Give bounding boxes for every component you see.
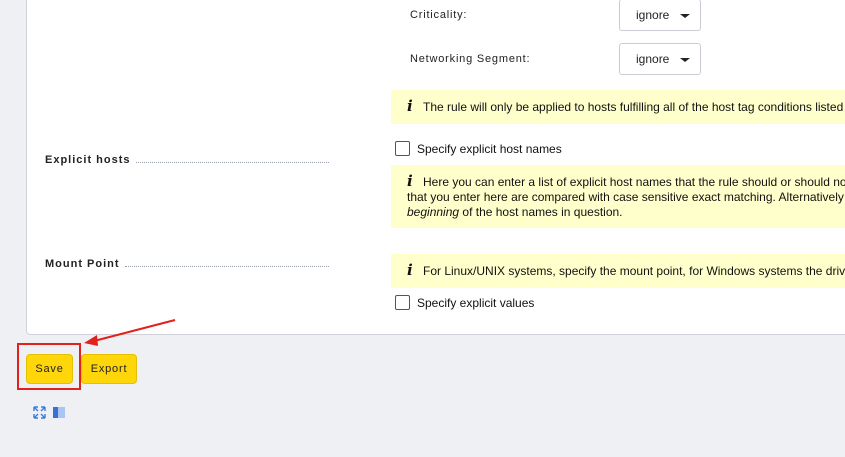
mount-point-checkbox-label: Specify explicit values: [417, 296, 535, 310]
mount-point-checkbox[interactable]: [395, 295, 410, 311]
dropdown-caret-icon: [680, 14, 690, 18]
explicit-hosts-checkbox-row[interactable]: Specify explicit host names: [395, 141, 562, 157]
mount-point-title: Mount Point: [45, 258, 120, 270]
criticality-value: ignore: [636, 8, 670, 22]
mount-point-checkbox-row[interactable]: Specify explicit values: [395, 295, 535, 311]
explicit-hosts-title: Explicit hosts: [45, 154, 131, 166]
mount-point-info-text: For Linux/UNIX systems, specify the moun…: [423, 264, 845, 278]
info-icon: i: [407, 97, 413, 115]
mount-point-info-box: i For Linux/UNIX systems, specify the mou…: [391, 254, 845, 288]
criticality-select[interactable]: ignore: [619, 0, 701, 31]
host-tag-info-box: i The rule will only be applied to hosts …: [391, 90, 845, 124]
explicit-hosts-info-box: i Here you can enter a list of explicit h…: [391, 165, 845, 228]
networking-segment-value: ignore: [636, 52, 670, 66]
save-highlight-box: [17, 343, 81, 390]
dotted-leader: [125, 266, 329, 267]
dotted-leader: [136, 162, 329, 163]
explicit-hosts-info-line-1: i Here you can enter a list of explicit h…: [407, 172, 845, 190]
fullscreen-icon[interactable]: [33, 406, 46, 419]
info-icon: i: [407, 172, 413, 190]
explicit-hosts-checkbox[interactable]: [395, 141, 410, 157]
sidebar-toggle-icon[interactable]: [53, 406, 66, 419]
explicit-hosts-info-line-3: beginning of the host names in question.: [407, 205, 623, 219]
annotation-arrow-icon: [84, 319, 176, 346]
networking-segment-label: Networking Segment:: [410, 53, 531, 65]
explicit-hosts-info-line-2: that you enter here are compared with ca…: [407, 190, 844, 204]
info-icon: i: [407, 261, 413, 279]
explicit-hosts-checkbox-label: Specify explicit host names: [417, 142, 562, 156]
host-tag-info-text: The rule will only be applied to hosts f…: [423, 100, 844, 114]
networking-segment-select[interactable]: ignore: [619, 43, 701, 75]
export-button[interactable]: Export: [81, 354, 137, 384]
dropdown-caret-icon: [680, 58, 690, 62]
criticality-label: Criticality:: [410, 9, 468, 21]
